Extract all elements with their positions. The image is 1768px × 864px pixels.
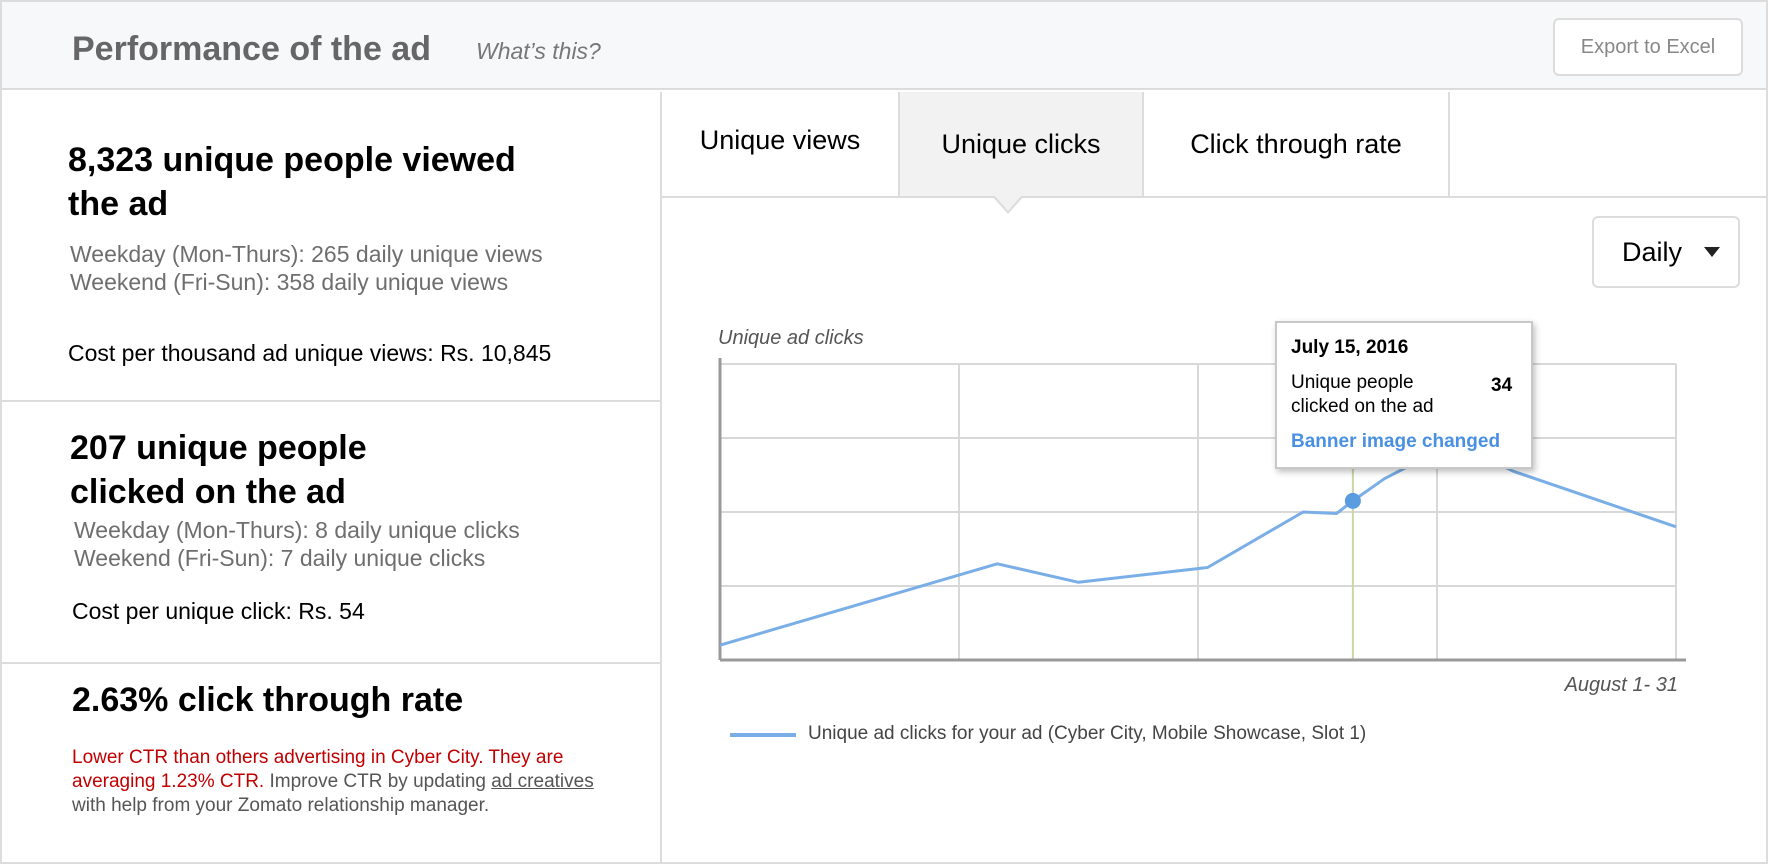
tooltip-event-link[interactable]: Banner image changed — [1291, 431, 1500, 453]
legend-label: Unique ad clicks for your ad (Cyber City… — [808, 723, 1367, 744]
chart-axes — [718, 358, 1686, 662]
tooltip-label: Unique people clicked on the ad — [1291, 372, 1434, 417]
tooltip-date: July 15, 2016 — [1291, 337, 1409, 358]
x-axis-label: August 1- 31 — [1564, 674, 1678, 696]
series-points — [1344, 492, 1361, 509]
legend-swatch — [730, 733, 796, 737]
tooltip-value: 34 — [1491, 375, 1513, 396]
highlighted-data-point[interactable] — [1344, 492, 1361, 509]
data-point-tooltip: July 15, 2016 Unique people clicked on t… — [1275, 321, 1533, 469]
y-axis-label: Unique ad clicks — [718, 327, 864, 349]
